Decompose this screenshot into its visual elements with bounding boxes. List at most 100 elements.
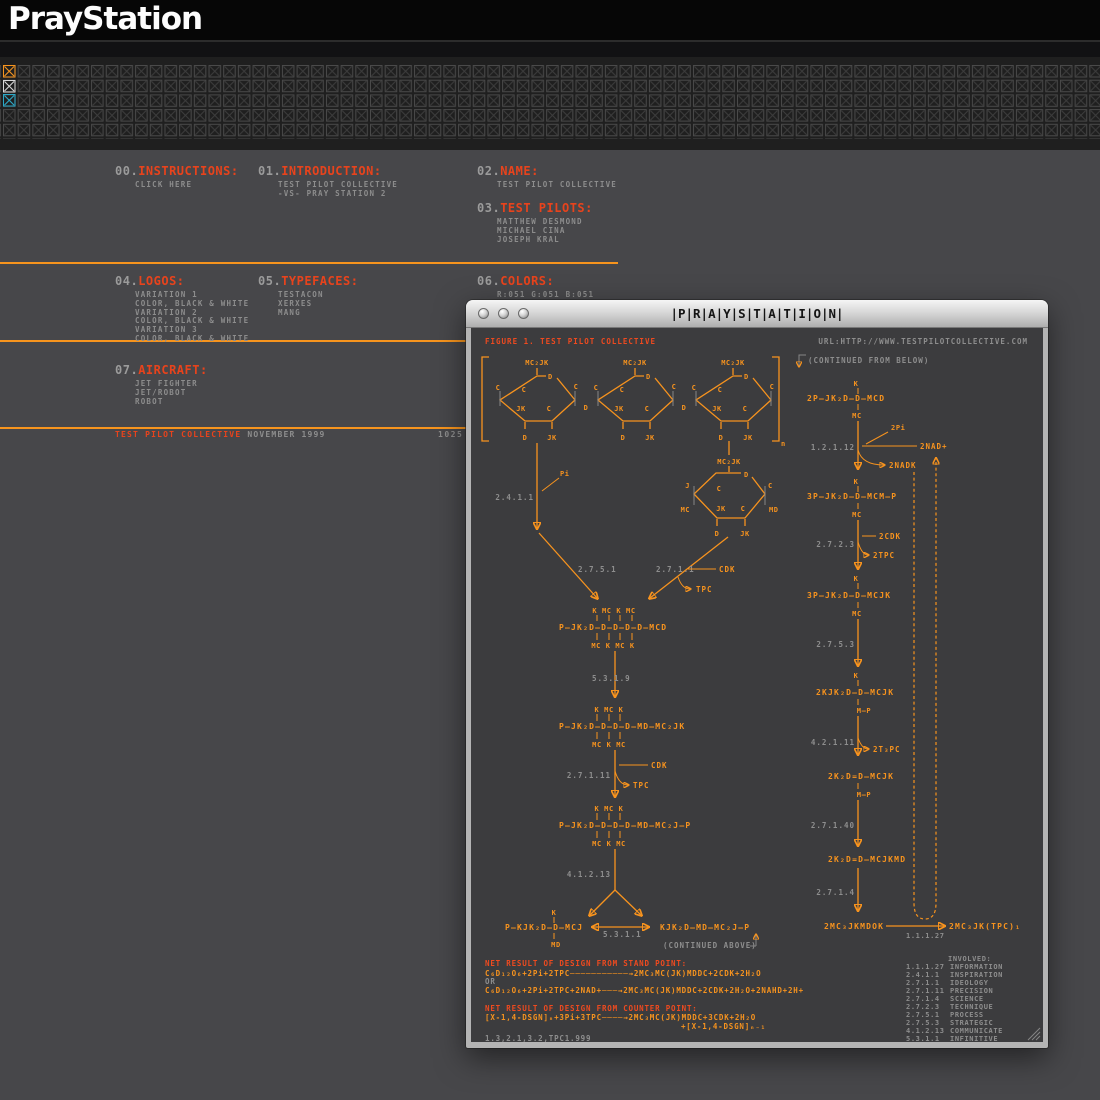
- menu-link[interactable]: -VS- PRAY STATION 2: [278, 190, 398, 199]
- section-header[interactable]: 05.TYPEFACES:: [258, 274, 358, 288]
- enzyme-label: 2.4.1.1: [495, 493, 534, 502]
- hex-label: JK: [547, 434, 557, 442]
- section-header[interactable]: 01.INTRODUCTION:: [258, 164, 398, 178]
- menu-link[interactable]: MANG: [278, 309, 358, 318]
- involved-word: SCIENCE: [950, 995, 984, 1003]
- involved-word: PRECISION: [950, 987, 993, 995]
- masthead: PrayStation: [0, 0, 1100, 40]
- section-number: 01.: [258, 164, 281, 178]
- figure-title: FIGURE 1. TEST PILOT COLLECTIVE: [485, 337, 656, 346]
- linkage-label: D: [584, 404, 589, 412]
- enzyme-label: 4.1.2.13: [567, 870, 611, 879]
- section-number: 02.: [477, 164, 500, 178]
- section-header[interactable]: 03.TEST PILOTS:: [477, 201, 593, 215]
- involved-word: INFINITIVE: [950, 1035, 998, 1042]
- residue-label: K: [854, 380, 859, 388]
- hex-label: JK: [516, 405, 526, 413]
- result-heading: NET RESULT OF DESIGN FROM COUNTER POINT:: [485, 1004, 698, 1013]
- pathway-right: (CONTINUED FROM BELOW) K 2P—JK₂D—D—MCD M…: [799, 355, 1021, 940]
- footer-brand[interactable]: TEST PILOT COLLECTIVE: [115, 430, 241, 439]
- hex-label: D: [744, 471, 749, 479]
- section-title: AIRCRAFT:: [138, 363, 208, 377]
- residue-label: K: [854, 672, 859, 680]
- involved-word: INFORMATION: [950, 963, 1003, 971]
- node-L3: P—JK₂D—D—D—D—MD—MC₂J—P: [559, 821, 691, 830]
- grid-box-highlight-white[interactable]: [3, 80, 16, 93]
- divider-rule: [0, 340, 530, 342]
- window-content: FIGURE 1. TEST PILOT COLLECTIVE URL:HTTP…: [471, 328, 1043, 1042]
- section-logos: 04.LOGOS: VARIATION 1 COLOR, BLACK & WHI…: [115, 274, 249, 344]
- window-title: |P|R|A|Y|S|T|A|T|I|O|N|: [466, 306, 1048, 321]
- enzyme-label: 2.7.1.4: [816, 888, 855, 897]
- polymer-chain: n MC₂JK D C C JK C D JK C D: [482, 357, 786, 448]
- menu-link[interactable]: ROBOT: [135, 398, 208, 407]
- residue-row: MC K MC: [592, 741, 626, 749]
- section-introduction: 01.INTRODUCTION: TEST PILOT COLLECTIVE -…: [258, 164, 398, 199]
- hex-label: C: [522, 386, 527, 394]
- grid-box-highlight-cyan[interactable]: [3, 94, 16, 107]
- hex-label: C: [741, 505, 746, 513]
- residue-row: MC K MC K: [591, 642, 635, 650]
- section-header[interactable]: 07.AIRCRAFT:: [115, 363, 208, 377]
- hexagon-unit: MC₂JK D C C JK C D JK C: [496, 359, 579, 442]
- result-tag: 1.3,2.1,3.2,TPC1.999: [485, 1034, 591, 1042]
- involved-code: 2.7.2.3: [906, 1003, 940, 1011]
- figure-url[interactable]: URL:HTTP://WWW.TESTPILOTCOLLECTIVE.COM: [818, 337, 1028, 346]
- hex-label: MD: [769, 506, 778, 514]
- section-number: 07.: [115, 363, 138, 377]
- praystation-window: |P|R|A|Y|S|T|A|T|I|O|N| FIGURE 1. TEST P…: [466, 300, 1048, 1048]
- cofactor-label: TPC: [696, 585, 713, 594]
- praystation-logo[interactable]: PrayStation: [8, 1, 202, 37]
- cofactor-label: CDK: [651, 761, 668, 770]
- menu-link[interactable]: JOSEPH KRAL: [497, 236, 593, 245]
- section-test-pilots: 03.TEST PILOTS: MATTHEW DESMOND MICHAEL …: [477, 201, 593, 244]
- residue-label: K: [854, 575, 859, 583]
- hex-label: D: [548, 373, 553, 381]
- section-header[interactable]: 00.INSTRUCTIONS:: [115, 164, 239, 178]
- node-L1: P—JK₂D—D—D—D—D—MCD: [559, 623, 667, 632]
- residue-label: M—P: [857, 791, 871, 799]
- enzyme-label: 2.7.5.3: [816, 640, 855, 649]
- grid-checkboxes[interactable]: [0, 65, 1100, 139]
- branch-hexagon: MC₂JK D J C MC MD C JK C D JK: [681, 441, 779, 538]
- residue-row: MC K MC: [592, 840, 626, 848]
- involved-word: TECHNIQUE: [950, 1003, 993, 1011]
- chain-brackets: [482, 357, 779, 441]
- involved-code: 4.1.2.13: [906, 1027, 945, 1035]
- node-R4: 2KJK₂D—D—MCJK: [816, 688, 894, 697]
- cofactor-label: CDK: [719, 565, 736, 574]
- result-formula: [X-1,4-DSGN]ₙ+3Pi+3TPC────→2MC₃MC(JK)MDD…: [485, 1013, 756, 1022]
- checkbox-grid[interactable]: [0, 57, 1100, 150]
- result-formula: +[X-1,4-DSGN]ₙ₋₁: [681, 1022, 766, 1031]
- involved-word: INSPIRATION: [950, 971, 1003, 979]
- section-header[interactable]: 04.LOGOS:: [115, 274, 249, 288]
- menu-link[interactable]: COLOR, BLACK & WHITE: [135, 335, 249, 344]
- section-aircraft: 07.AIRCRAFT: JET FIGHTER JET/ROBOT ROBOT: [115, 363, 208, 406]
- residue-row: K MC K MC: [592, 607, 635, 615]
- footer-date: NOVEMBER 1999: [247, 430, 325, 439]
- involved-code: 2.7.5.1: [906, 1011, 940, 1019]
- divider-rule: [0, 427, 530, 429]
- residue-row: K MC K: [595, 706, 624, 714]
- window-titlebar[interactable]: |P|R|A|Y|S|T|A|T|I|O|N|: [466, 300, 1048, 328]
- node-R1: 2P—JK₂D—D—MCD: [807, 394, 885, 403]
- menu-link[interactable]: CLICK HERE: [135, 181, 239, 190]
- divider-rule: [0, 262, 618, 264]
- grid-box-highlight-orange[interactable]: [3, 65, 16, 78]
- hex-label: J: [685, 482, 690, 490]
- menu-link[interactable]: TEST PILOT COLLECTIVE: [497, 181, 617, 190]
- section-header[interactable]: 06.COLORS:: [477, 274, 594, 288]
- residue-label: M—P: [857, 707, 871, 715]
- residue-row: K MC K: [595, 805, 624, 813]
- enzyme-label: 2.7.1.11: [567, 771, 611, 780]
- section-header[interactable]: 02.NAME:: [477, 164, 617, 178]
- linkage-label: D: [682, 404, 687, 412]
- enzyme-label: 2.7.2.3: [816, 540, 855, 549]
- involved-code: 2.7.1.4: [906, 995, 940, 1003]
- window-resize-grip[interactable]: [1028, 1028, 1040, 1040]
- section-title: INTRODUCTION:: [281, 164, 381, 178]
- recycle-loop: [914, 459, 936, 919]
- involved-code: 5.3.1.1: [906, 1035, 940, 1042]
- node-L2: P—JK₂D—D—D—D—MD—MC₂JK: [559, 722, 685, 731]
- hex-label: MC₂JK: [525, 359, 549, 367]
